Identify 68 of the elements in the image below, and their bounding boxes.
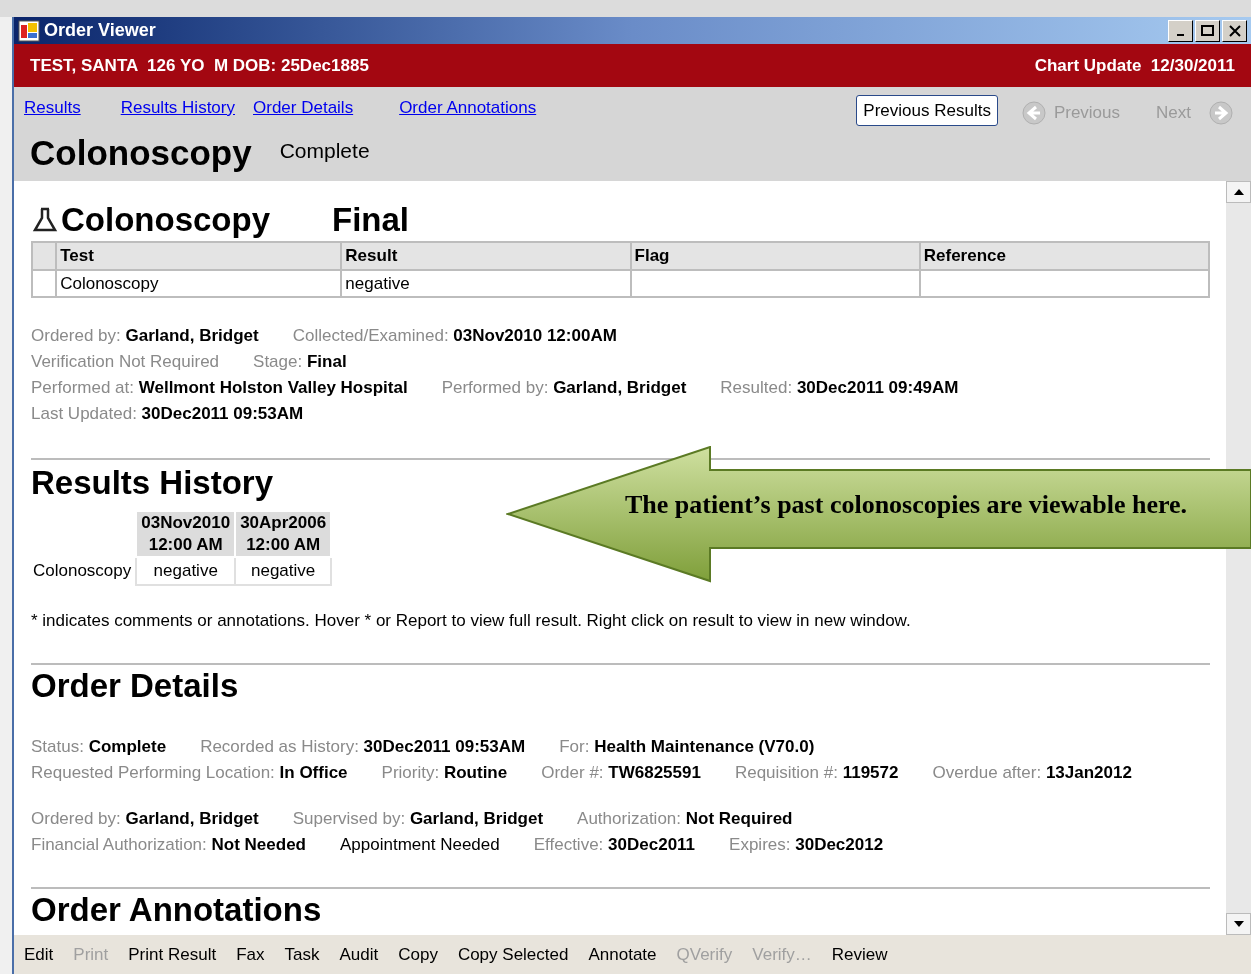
field-text: Stage: Final: [253, 352, 347, 372]
maximize-icon: [1201, 25, 1214, 36]
column-header: Flag: [630, 242, 920, 270]
toolbar-button[interactable]: Fax: [236, 941, 265, 968]
section-title: Order Details: [31, 667, 240, 705]
scroll-down-icon: [1233, 921, 1244, 927]
callout-text: The patient’s past colonoscopies are viewable here.: [625, 489, 1188, 521]
toolbar-button[interactable]: Edit: [24, 941, 54, 968]
minimize-icon: [1177, 33, 1184, 36]
field-text: Resulted: 30Dec2011 09:49AM: [720, 378, 959, 398]
result-stage: Final: [332, 201, 410, 239]
table-cell: Colonoscopy: [56, 269, 342, 297]
nav-link[interactable]: Order Annotations: [399, 95, 537, 121]
chart-update: Chart Update 12/30/2011: [1034, 54, 1235, 77]
field-text: Effective: 30Dec2011: [533, 835, 696, 855]
field-text: Recorded as History: 30Dec2011 09:53AM: [200, 737, 526, 757]
patient-info: TEST, SANTA 126 YO M DOB: 25Dec1885: [30, 54, 369, 77]
column-header: Test: [56, 242, 342, 270]
section-title: Results History: [31, 464, 275, 502]
field-text: Ordered by: Garland, Bridget: [31, 809, 259, 829]
field-text: Performed by: Garland, Bridget: [441, 378, 687, 398]
row-label: Colonoscopy: [31, 557, 137, 585]
toolbar-button[interactable]: Copy Selected: [457, 941, 569, 968]
previous-results-button[interactable]: Previous Results: [856, 95, 998, 126]
field-text: Verification Not Required: [31, 352, 220, 372]
toolbar-button[interactable]: Copy: [398, 941, 438, 968]
note-text: * indicates comments or annotations. Hover * or Report to view full result. Right click on result to view in new window.: [31, 609, 912, 632]
history-cell[interactable]: negative: [235, 557, 332, 585]
field-text: Overdue after: 13Jan2012: [932, 763, 1132, 783]
maximize-button[interactable]: [1195, 19, 1220, 42]
column-header: Result: [341, 242, 631, 270]
column-header: Reference: [919, 242, 1209, 270]
field-text: Supervised by: Garland, Bridget: [292, 809, 544, 829]
field-text: Expires: 30Dec2012: [729, 835, 884, 855]
close-button[interactable]: [1222, 19, 1247, 42]
flask-icon: [31, 206, 59, 234]
field-text: Order #: TW6825591: [541, 763, 701, 783]
scroll-up-icon: [1233, 189, 1244, 195]
section-title: Order Annotations: [31, 891, 323, 929]
toolbar-button[interactable]: Print Result: [128, 941, 217, 968]
toolbar-button[interactable]: Annotate: [588, 941, 657, 968]
order-status: Complete: [279, 138, 370, 164]
toolbar-button[interactable]: Task: [284, 941, 320, 968]
field-text: Financial Authorization: Not Needed: [31, 835, 306, 855]
field-text: Priority: Routine: [381, 763, 508, 783]
app-icon: [18, 19, 40, 42]
close-icon: [1228, 24, 1241, 37]
field-text: Last Updated: 30Dec2011 09:53AM: [31, 404, 304, 424]
nav-link[interactable]: Order Details: [253, 95, 354, 121]
field-text: Collected/Examined: 03Nov2010 12:00AM: [292, 326, 617, 346]
table-cell: negative: [341, 269, 631, 297]
minimize-button[interactable]: [1168, 19, 1193, 42]
result-title: Colonoscopy: [61, 201, 270, 239]
toolbar-button[interactable]: Review: [831, 941, 888, 968]
history-cell[interactable]: negative: [136, 557, 236, 585]
field-text: Appointment Needed: [340, 835, 500, 855]
window-title: Order Viewer: [44, 19, 156, 42]
field-text: Performed at: Wellmont Holston Valley Hospital: [31, 378, 408, 398]
field-text: Ordered by: Garland, Bridget: [31, 326, 259, 346]
nav-link[interactable]: Results: [24, 95, 81, 121]
field-text: Authorization: Not Required: [577, 809, 793, 829]
toolbar-button[interactable]: Audit: [339, 941, 379, 968]
field-text: Requisition #: 119572: [734, 763, 899, 783]
field-text: Requested Performing Location: In Office: [31, 763, 348, 783]
field-text: Status: Complete: [31, 737, 167, 757]
field-text: For: Health Maintenance (V70.0): [559, 737, 815, 757]
nav-link[interactable]: Results History: [120, 95, 235, 121]
order-title: Colonoscopy: [30, 132, 252, 173]
